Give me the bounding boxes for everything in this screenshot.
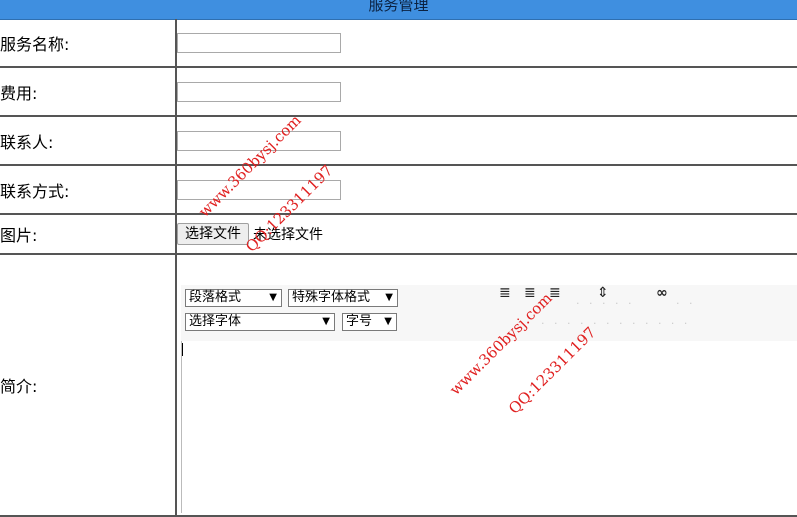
align-right-icon[interactable]: ≣ <box>549 285 561 301</box>
special-font-format-select[interactable]: 特殊字体格式 ▼ <box>288 289 398 307</box>
toolbar-separator: · · · · · · · · · · · · <box>541 317 691 330</box>
font-select-label: 选择字体 <box>189 314 242 329</box>
form-row-service-name: 服务名称: <box>0 19 797 68</box>
chevron-down-icon: ▼ <box>269 292 277 303</box>
intro-label: 简介: <box>0 253 177 517</box>
form-row-fee: 费用: <box>0 66 797 117</box>
toolbar-separator: · · <box>676 297 696 310</box>
fee-input[interactable] <box>177 81 341 102</box>
align-center-icon[interactable]: ≣ <box>524 285 536 301</box>
image-label: 图片: <box>0 213 177 255</box>
form-row-contact-method: 联系方式: <box>0 164 797 215</box>
service-name-label: 服务名称: <box>0 19 177 68</box>
rich-text-editor[interactable] <box>181 341 797 513</box>
form-row-intro: 简介: 段落格式 ▼ 特殊字体格式 ▼ 选择字体 ▼ 字号 ▼ ≣ ≣ ≣ ⇕ … <box>0 253 797 517</box>
form-row-image: 图片: 选择文件 未选择文件 <box>0 213 797 255</box>
page-title: 服务管理 <box>368 0 429 14</box>
font-size-label: 字号 <box>346 314 373 329</box>
file-status-text: 未选择文件 <box>253 227 323 243</box>
font-size-select[interactable]: 字号 ▼ <box>342 313 397 331</box>
find-binoculars-icon[interactable]: ∞ <box>656 285 668 301</box>
align-left-icon[interactable]: ≣ <box>499 285 511 301</box>
contact-input[interactable] <box>177 130 341 151</box>
fee-label: 费用: <box>0 66 177 117</box>
page-header: 服务管理 <box>0 0 797 20</box>
contact-method-input[interactable] <box>177 179 341 200</box>
choose-file-button[interactable]: 选择文件 <box>177 223 249 245</box>
font-select[interactable]: 选择字体 ▼ <box>185 313 335 331</box>
chevron-down-icon: ▼ <box>384 316 392 327</box>
service-form: 服务名称: 费用: 联系人: 联系方式: 图片: 选择文件 未选择文件 简介: 段… <box>0 19 797 517</box>
service-name-input[interactable] <box>177 32 341 53</box>
contact-method-label: 联系方式: <box>0 164 177 215</box>
special-font-format-label: 特殊字体格式 <box>292 290 371 305</box>
contact-label: 联系人: <box>0 115 177 166</box>
paragraph-format-select[interactable]: 段落格式 ▼ <box>185 289 282 307</box>
chevron-down-icon: ▼ <box>322 316 330 327</box>
chevron-down-icon: ▼ <box>385 292 393 303</box>
paragraph-format-label: 段落格式 <box>189 290 242 305</box>
form-row-contact: 联系人: <box>0 115 797 166</box>
editor-toolbar: 段落格式 ▼ 特殊字体格式 ▼ 选择字体 ▼ 字号 ▼ ≣ ≣ ≣ ⇕ ∞ · … <box>181 285 797 341</box>
text-caret <box>182 343 183 356</box>
toolbar-separator: · · · · · <box>576 297 635 310</box>
